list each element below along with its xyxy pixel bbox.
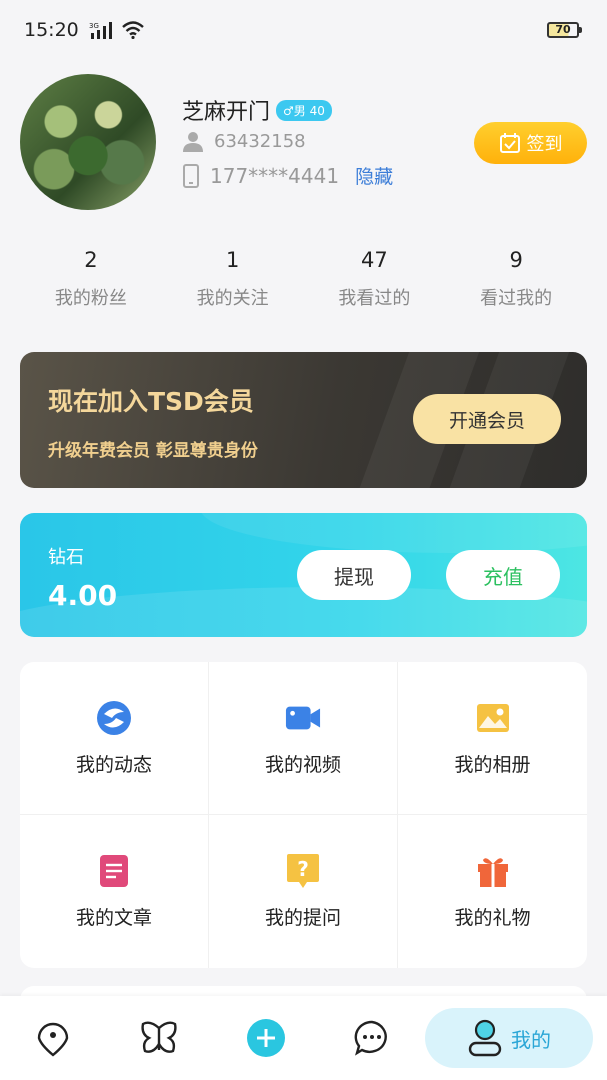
stat-number: 1	[225, 248, 240, 272]
grid-item-label: 我的礼物	[454, 907, 531, 929]
grid-item-label: 我的动态	[75, 753, 152, 776]
profile-header: 芝麻开门 ♂男 40 63432158 177****4441 隐藏 签到	[20, 74, 587, 214]
user-id-row: 63432158	[182, 130, 306, 152]
stat-number: 9	[509, 248, 523, 272]
grid-item-articles[interactable]: 我的文章	[20, 815, 209, 968]
grid-item-videos[interactable]: 我的视频	[209, 662, 398, 815]
name-row: 芝麻开门 ♂男 40	[182, 94, 332, 126]
hide-phone-link[interactable]: 隐藏	[355, 162, 393, 189]
stat-number: 2	[84, 248, 98, 272]
grid-item-gifts[interactable]: 我的礼物	[398, 815, 587, 968]
feature-grid: 我的动态 我的视频 我的相册 我的文章 ? 我的提问 我的礼物	[20, 662, 587, 968]
stat-following[interactable]: 1 我的关注	[162, 248, 304, 310]
stat-fans[interactable]: 2 我的粉丝	[20, 248, 162, 310]
grid-item-questions[interactable]: ? 我的提问	[209, 815, 398, 968]
gift-icon	[475, 853, 511, 889]
phone-icon	[183, 163, 199, 188]
grid-item-label: 我的提问	[264, 907, 341, 929]
avatar[interactable]	[20, 74, 156, 210]
stat-visitors[interactable]: 9 看过我的	[445, 248, 587, 310]
grid-item-label: 我的文章	[75, 907, 152, 929]
tab-discover[interactable]	[106, 996, 212, 1080]
photo-album-icon	[475, 700, 511, 736]
wallet-decoration	[200, 513, 587, 553]
video-camera-icon	[285, 700, 321, 736]
wallet-balance: 4.00	[48, 579, 118, 612]
svg-text:3G: 3G	[89, 22, 99, 30]
svg-text:?: ?	[297, 857, 309, 881]
status-time: 15:20	[24, 19, 79, 41]
bottom-tab-bar: 我的	[0, 996, 607, 1080]
open-vip-button[interactable]: 开通会员	[413, 394, 561, 444]
signal-group: 3G	[89, 21, 145, 39]
stat-number: 47	[361, 248, 388, 272]
tab-me-label: 我的	[511, 1027, 551, 1052]
grid-item-moments[interactable]: 我的动态	[20, 662, 209, 815]
gender-age-badge: ♂男 40	[276, 99, 332, 121]
battery-indicator: 70	[547, 22, 582, 38]
tab-messages[interactable]	[319, 996, 425, 1080]
moments-icon	[96, 700, 132, 736]
checkin-label: 签到	[526, 134, 563, 155]
stat-label: 看过我的	[480, 288, 553, 309]
tab-location[interactable]	[0, 996, 106, 1080]
tab-me[interactable]: 我的	[425, 1008, 593, 1068]
grid-item-label: 我的视频	[264, 753, 341, 776]
vip-subtitle: 升级年费会员 彰显尊贵身份	[48, 441, 258, 461]
status-bar: 15:20 3G 70	[0, 0, 607, 60]
add-circle-icon	[246, 1019, 285, 1057]
vip-title: 现在加入TSD会员	[48, 387, 254, 416]
calendar-check-icon	[499, 133, 520, 153]
wifi-icon	[121, 21, 144, 39]
grid-item-label: 我的相册	[454, 753, 531, 776]
stats-row: 2 我的粉丝 1 我的关注 47 我看过的 9 看过我的	[20, 248, 587, 310]
stat-label: 我的粉丝	[54, 288, 127, 309]
stat-viewed[interactable]: 47 我看过的	[304, 248, 446, 310]
checkin-button[interactable]: 签到	[474, 122, 587, 164]
user-profile-icon	[468, 1019, 502, 1057]
stat-label: 我的关注	[196, 288, 269, 309]
diamond-wallet-card: 钻石 4.00 提现 充值	[20, 513, 587, 637]
cellular-signal-icon: 3G	[89, 22, 112, 39]
withdraw-button[interactable]: 提现	[297, 550, 411, 600]
user-id: 63432158	[214, 130, 306, 152]
butterfly-icon	[141, 1021, 177, 1053]
phone-row: 177****4441 隐藏	[182, 162, 393, 189]
grid-item-album[interactable]: 我的相册	[398, 662, 587, 815]
stat-label: 我看过的	[338, 288, 411, 309]
vip-banner[interactable]: 现在加入TSD会员 升级年费会员 彰显尊贵身份 开通会员	[20, 352, 587, 488]
location-pin-icon	[37, 1022, 69, 1057]
chat-bubble-icon	[354, 1020, 387, 1056]
recharge-button[interactable]: 充值	[446, 550, 560, 600]
user-name: 芝麻开门	[182, 100, 271, 125]
tab-publish[interactable]	[213, 996, 319, 1080]
article-icon	[96, 853, 132, 889]
phone-number: 177****4441	[210, 163, 340, 188]
wallet-label: 钻石	[48, 547, 84, 568]
person-icon	[183, 132, 203, 152]
question-icon: ?	[285, 853, 321, 889]
